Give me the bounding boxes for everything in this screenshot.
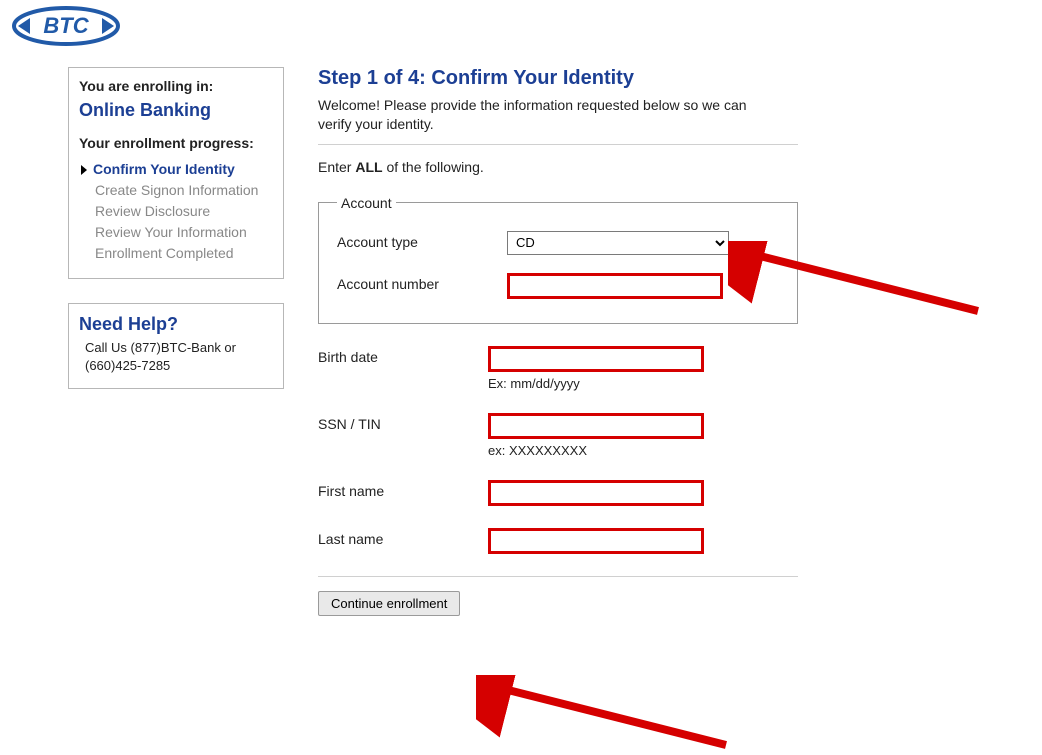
step-review-info: Review Your Information bbox=[79, 222, 273, 243]
account-number-input[interactable] bbox=[507, 273, 723, 299]
first-name-input[interactable] bbox=[488, 480, 704, 506]
birth-date-hint: Ex: mm/dd/yyyy bbox=[488, 376, 798, 391]
help-body: Call Us (877)BTC-Bank or (660)425-7285 bbox=[79, 339, 273, 374]
divider bbox=[318, 576, 798, 577]
main-form: Step 1 of 4: Confirm Your Identity Welco… bbox=[318, 67, 798, 616]
step-complete: Enrollment Completed bbox=[79, 243, 273, 264]
intro-text: Welcome! Please provide the information … bbox=[318, 96, 798, 134]
ssn-input[interactable] bbox=[488, 413, 704, 439]
sidebar: You are enrolling in: Online Banking You… bbox=[68, 67, 284, 413]
page-title: Step 1 of 4: Confirm Your Identity bbox=[318, 67, 798, 90]
account-type-label: Account type bbox=[337, 231, 507, 250]
enrollment-panel: You are enrolling in: Online Banking You… bbox=[68, 67, 284, 279]
annotation-arrow-icon bbox=[476, 675, 736, 755]
last-name-label: Last name bbox=[318, 528, 488, 547]
product-title: Online Banking bbox=[79, 100, 273, 121]
enter-instruction: Enter ALL of the following. bbox=[318, 159, 798, 175]
ssn-hint: ex: XXXXXXXXX bbox=[488, 443, 798, 458]
help-panel: Need Help? Call Us (877)BTC-Bank or (660… bbox=[68, 303, 284, 389]
ssn-label: SSN / TIN bbox=[318, 413, 488, 432]
birth-date-label: Birth date bbox=[318, 346, 488, 365]
step-create-signon: Create Signon Information bbox=[79, 180, 273, 201]
step-review-disclosure: Review Disclosure bbox=[79, 201, 273, 222]
continue-enrollment-button[interactable]: Continue enrollment bbox=[318, 591, 460, 616]
account-fieldset: Account Account type CD Account number bbox=[318, 195, 798, 324]
progress-steps: Confirm Your Identity Create Signon Info… bbox=[79, 159, 273, 264]
account-number-label: Account number bbox=[337, 273, 507, 292]
btc-logo: BTC bbox=[6, 2, 126, 53]
account-type-select[interactable]: CD bbox=[507, 231, 729, 255]
step-confirm-identity: Confirm Your Identity bbox=[79, 159, 273, 180]
help-title: Need Help? bbox=[79, 314, 273, 335]
last-name-input[interactable] bbox=[488, 528, 704, 554]
logo-text: BTC bbox=[43, 13, 89, 38]
first-name-label: First name bbox=[318, 480, 488, 499]
divider bbox=[318, 144, 798, 145]
account-legend: Account bbox=[337, 195, 396, 211]
progress-label: Your enrollment progress: bbox=[79, 135, 273, 151]
birth-date-input[interactable] bbox=[488, 346, 704, 372]
enrolling-label: You are enrolling in: bbox=[79, 78, 273, 94]
